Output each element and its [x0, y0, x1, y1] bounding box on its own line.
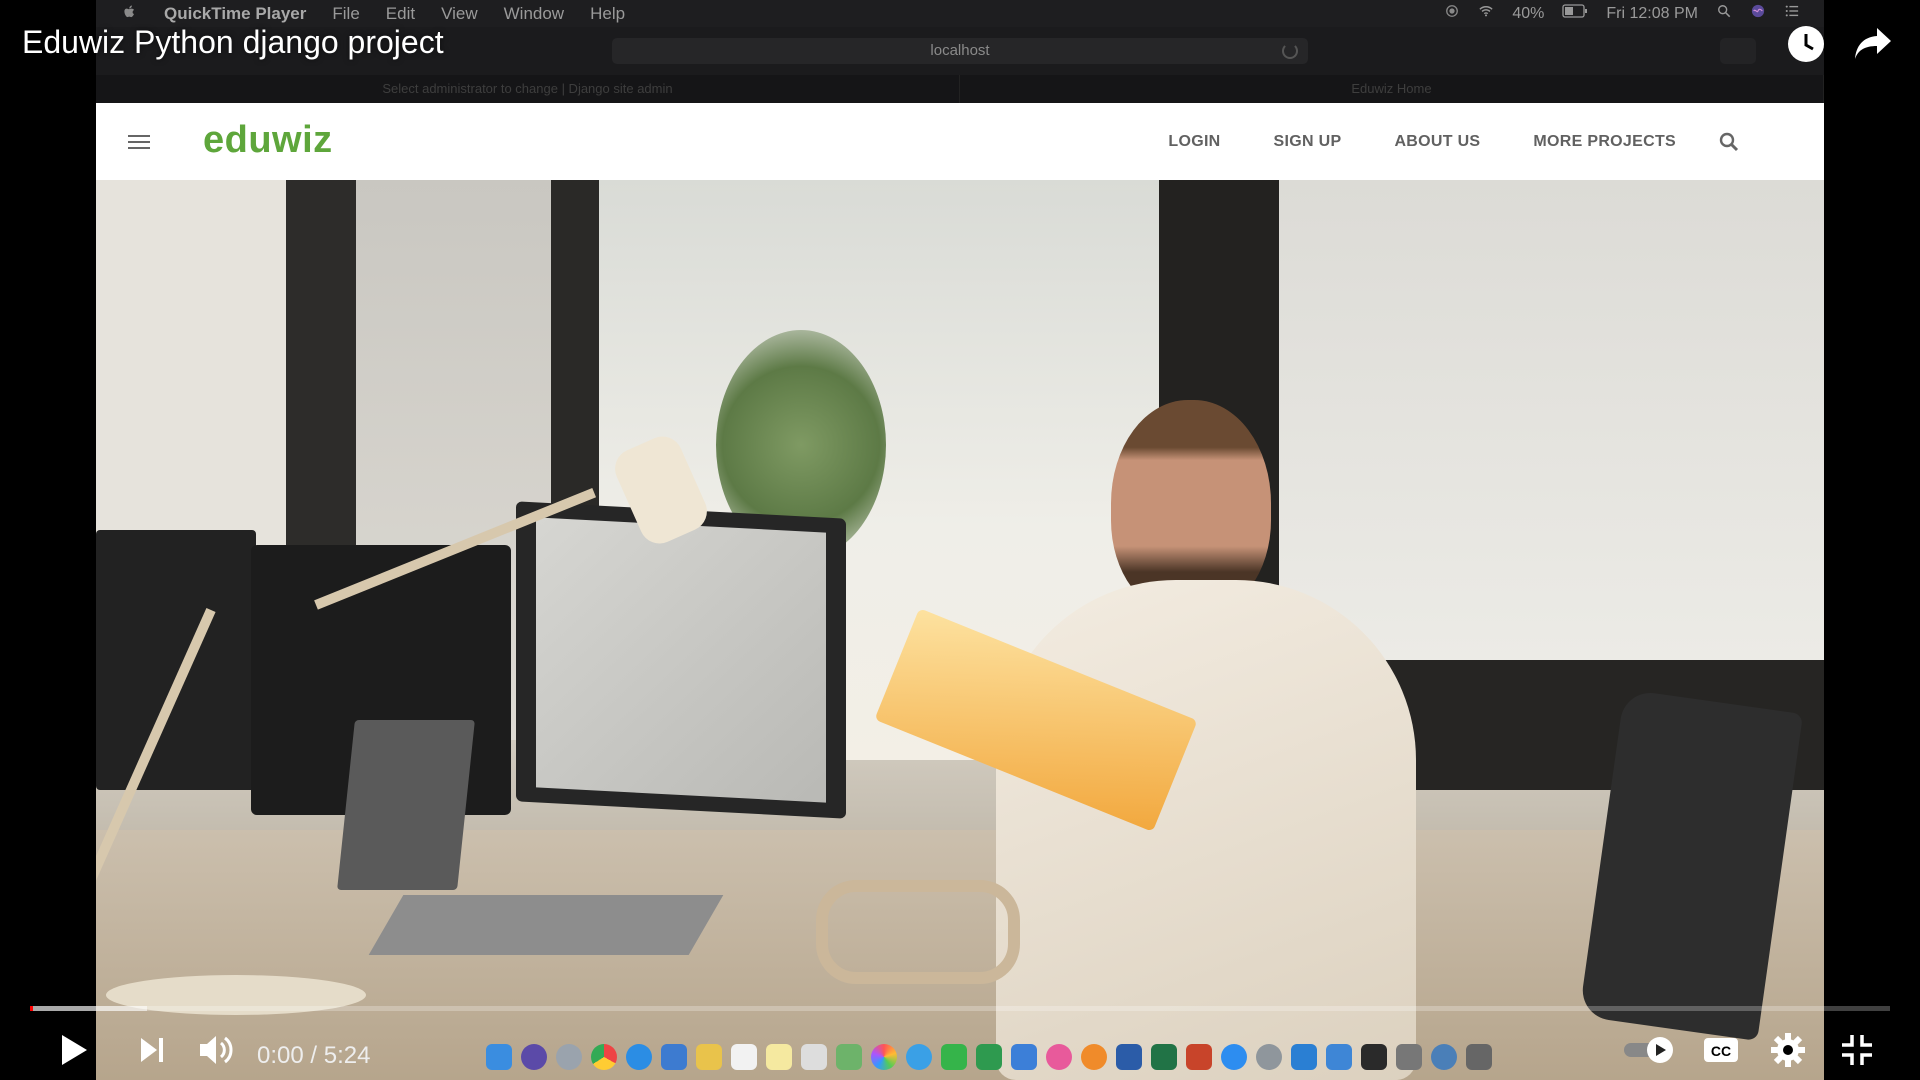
svg-text:CC: CC — [1711, 1043, 1731, 1059]
settings-icon[interactable] — [1769, 1030, 1807, 1070]
apple-icon — [122, 4, 138, 24]
site-logo[interactable]: eduwiz — [203, 119, 333, 162]
hero-image — [96, 180, 1824, 1080]
notification-center-icon[interactable] — [1784, 4, 1800, 23]
browser-share-button[interactable] — [1720, 38, 1756, 64]
screen-record-icon[interactable] — [1444, 4, 1460, 23]
url-text: localhost — [930, 42, 990, 59]
hamburger-menu-icon[interactable] — [128, 135, 150, 149]
duration: 5:24 — [323, 1042, 371, 1069]
reload-icon[interactable] — [1282, 43, 1298, 59]
tab-django-admin[interactable]: Select administrator to change | Django … — [96, 75, 960, 103]
menubar-window[interactable]: Window — [504, 4, 564, 24]
battery-percent: 40% — [1512, 4, 1545, 22]
current-time: 0:00 — [257, 1042, 304, 1069]
buffered-bar — [30, 1006, 148, 1011]
video-title[interactable]: Eduwiz Python django project — [22, 24, 444, 61]
video-progress-bar[interactable] — [30, 1006, 1890, 1011]
nav-sign-up[interactable]: SIGN UP — [1274, 133, 1342, 151]
time-display: 0:00 / 5:24 — [257, 1042, 370, 1070]
nav-about-us[interactable]: ABOUT US — [1394, 133, 1480, 151]
menubar-view[interactable]: View — [441, 4, 478, 24]
menubar-clock[interactable]: Fri 12:08 PM — [1606, 5, 1698, 23]
player-controls: 0:00 / 5:24 CC — [0, 1020, 1920, 1080]
exit-fullscreen-icon[interactable] — [1838, 1030, 1876, 1070]
url-bar[interactable]: localhost — [612, 38, 1308, 64]
video-frame[interactable]: QuickTime Player File Edit View Window H… — [96, 0, 1824, 1080]
menubar-file[interactable]: File — [332, 4, 359, 24]
watch-later-icon[interactable] — [1787, 25, 1825, 63]
site-search-icon[interactable] — [1718, 131, 1740, 153]
nav-login[interactable]: LOGIN — [1168, 133, 1220, 151]
tab-strip: Select administrator to change | Django … — [96, 75, 1824, 103]
menubar-help[interactable]: Help — [590, 4, 625, 24]
wifi-icon[interactable] — [1478, 4, 1494, 23]
spotlight-icon[interactable] — [1716, 4, 1732, 23]
menubar-app-name[interactable]: QuickTime Player — [164, 4, 306, 24]
tab-eduwiz-home[interactable]: Eduwiz Home — [960, 75, 1824, 103]
autoplay-toggle-icon[interactable] — [1622, 1030, 1678, 1070]
menubar-edit[interactable]: Edit — [386, 4, 415, 24]
siri-icon[interactable] — [1750, 4, 1766, 23]
site-navbar: eduwiz LOGIN SIGN UP ABOUT US MORE PROJE… — [96, 103, 1824, 180]
play-icon[interactable] — [54, 1030, 94, 1070]
played-bar — [30, 1006, 33, 1011]
volume-icon[interactable] — [196, 1030, 238, 1070]
site-nav-links: LOGIN SIGN UP ABOUT US MORE PROJECTS — [1168, 133, 1676, 151]
time-separator: / — [310, 1042, 318, 1069]
battery-icon[interactable] — [1562, 4, 1588, 23]
share-icon[interactable] — [1853, 26, 1893, 62]
next-icon[interactable] — [134, 1030, 170, 1070]
mac-menubar: QuickTime Player File Edit View Window H… — [96, 0, 1824, 27]
nav-more-projects[interactable]: MORE PROJECTS — [1533, 133, 1676, 151]
captions-icon[interactable]: CC — [1702, 1030, 1740, 1070]
